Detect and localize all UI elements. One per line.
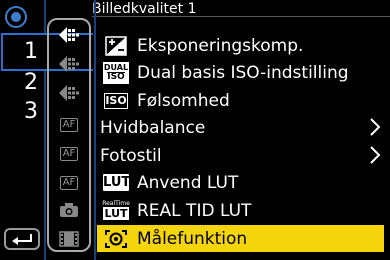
metering-icon	[103, 228, 129, 249]
photo-camera-icon	[59, 85, 79, 101]
lut-icon: LUT	[103, 172, 131, 193]
menu-item-label: Fotostil	[100, 145, 162, 166]
tab-photo-1[interactable]	[58, 26, 80, 44]
realtime-lut-icon-text: LUT	[103, 206, 129, 220]
menu-item-label: Dual basis ISO-indstilling	[137, 62, 349, 83]
af-icon: AF	[59, 147, 79, 161]
camera-icon	[60, 203, 78, 217]
chevron-right-icon	[369, 117, 381, 141]
return-arrow-icon	[12, 234, 32, 245]
dual-iso-icon-bottom-text: ISO	[107, 72, 125, 82]
tab-camera[interactable]	[58, 201, 80, 219]
iso-icon-text: ISO	[104, 92, 128, 109]
realtime-lut-icon-top-text: RealTime	[102, 199, 130, 207]
menu-item-exposure-comp[interactable]: Eksponeringskomp.	[103, 32, 390, 59]
menu-item-dual-iso[interactable]: DUAL ISO Dual basis ISO-indstilling	[103, 59, 390, 86]
lut-icon-text: LUT	[103, 174, 131, 191]
page-number-2[interactable]: 2	[24, 72, 38, 94]
menu-item-photo-style[interactable]: Fotostil	[100, 142, 387, 169]
menu-item-apply-lut[interactable]: LUT Anvend LUT	[103, 169, 390, 196]
photo-camera-icon	[59, 27, 79, 43]
tab-af-2[interactable]: AF	[58, 145, 80, 163]
menu-item-label: REAL TID LUT	[137, 200, 252, 221]
dual-iso-icon-top-text: DUAL	[103, 63, 129, 72]
page-number-1[interactable]: 1	[24, 41, 38, 63]
back-button[interactable]	[4, 228, 40, 250]
photo-camera-icon	[59, 56, 79, 72]
tab-af-3[interactable]: AF	[58, 174, 80, 192]
af-icon: AF	[59, 118, 79, 132]
menu-item-white-balance[interactable]: Hvidbalance	[100, 114, 387, 141]
dual-iso-icon: DUAL ISO	[103, 61, 129, 84]
tab-photo-2[interactable]	[58, 55, 80, 73]
af-icon: AF	[59, 176, 79, 190]
menu-mode-icon[interactable]	[5, 6, 27, 28]
tab-video[interactable]	[58, 230, 80, 248]
exposure-compensation-icon	[103, 35, 129, 56]
menu-item-metering-mode[interactable]: Målefunktion	[97, 225, 384, 252]
film-icon	[59, 231, 79, 247]
tab-photo-3[interactable]	[58, 84, 80, 102]
page-title: Billedkvalitet 1	[92, 1, 197, 17]
menu-item-sensitivity[interactable]: ISO Følsomhed	[103, 87, 390, 114]
page-number-3[interactable]: 3	[24, 101, 38, 123]
realtime-lut-icon: RealTime LUT	[102, 199, 130, 221]
title-divider	[92, 16, 390, 17]
menu-item-label: Målefunktion	[137, 228, 248, 249]
menu-item-label: Anvend LUT	[137, 172, 239, 193]
menu-item-label: Følsomhed	[137, 90, 230, 111]
menu-item-realtime-lut[interactable]: RealTime LUT REAL TID LUT	[102, 197, 390, 224]
menu-item-label: Eksponeringskomp.	[137, 35, 304, 56]
tab-af-1[interactable]: AF	[58, 116, 80, 134]
column-divider	[94, 0, 96, 260]
iso-icon: ISO	[103, 90, 129, 111]
chevron-right-icon	[369, 145, 381, 169]
menu-item-label: Hvidbalance	[100, 117, 206, 138]
